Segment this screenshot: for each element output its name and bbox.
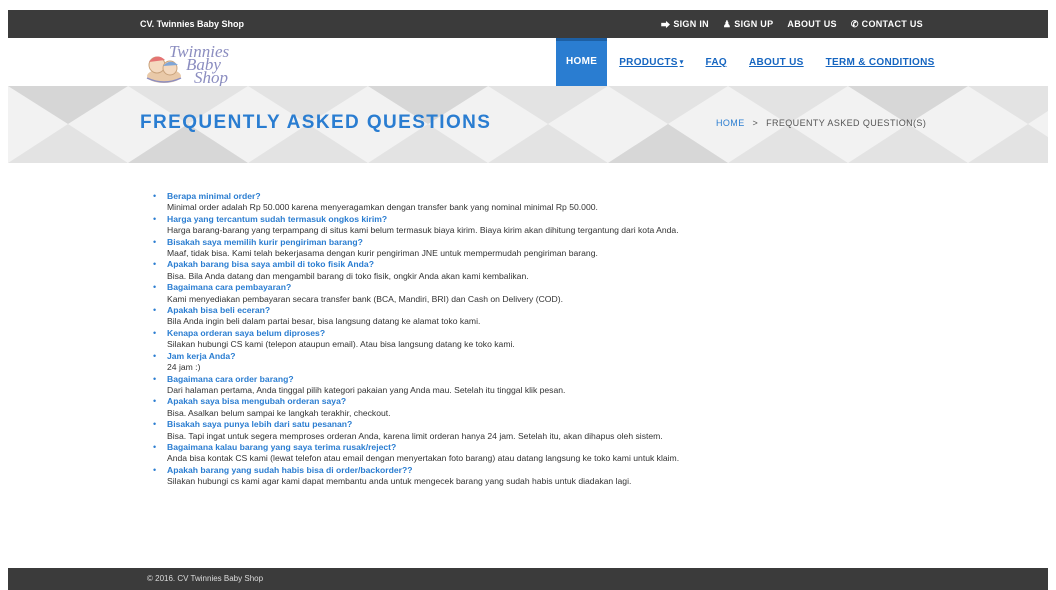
faq-answer: Silakan hubungi cs kami agar kami dapat …: [167, 476, 632, 487]
faq-answer: Maaf, tidak bisa. Kami telah bekerjasama…: [167, 248, 598, 259]
contact-us-link[interactable]: ✆ CONTACT US: [851, 19, 923, 30]
sign-in-link[interactable]: ⮕ SIGN IN: [661, 18, 709, 31]
breadcrumb-home[interactable]: HOME: [716, 118, 745, 128]
header: Twinnies Baby Shop HOME PRODUCTS ▾ FAQ AB…: [8, 38, 1048, 86]
faq-question: Bagaimana kalau barang yang saya terima …: [167, 441, 397, 452]
top-bar-brand: CV. Twinnies Baby Shop: [140, 19, 245, 29]
faq-item: Bisakah saya punya lebih dari satu pesan…: [153, 419, 913, 442]
faq-answer: Harga barang-barang yang terpampang di s…: [167, 225, 679, 236]
faq-question: Kenapa orderan saya belum diproses?: [167, 327, 326, 338]
nav-faq[interactable]: FAQ: [706, 57, 727, 68]
faq-question: Apakah bisa beli eceran?: [167, 305, 271, 316]
page-title: FREQUENTLY ASKED QUESTIONS: [140, 112, 492, 133]
user-icon: ♟: [722, 18, 732, 29]
sign-up-label: SIGN UP: [734, 19, 774, 29]
faq-item: Apakah barang bisa saya ambil di toko fi…: [153, 259, 913, 282]
faq-item: Jam kerja Anda?24 jam :): [153, 351, 913, 374]
nav-products-label: PRODUCTS: [619, 56, 678, 68]
page-banner: FREQUENTLY ASKED QUESTIONS HOME > FREQUE…: [8, 86, 1048, 163]
faq-answer: Bisa. Tapi ingat untuk segera memproses …: [167, 430, 663, 441]
chevron-down-icon: ▾: [679, 58, 684, 66]
faq-question: Bagaimana cara order barang?: [167, 373, 294, 384]
footer: © 2016. CV Twinnies Baby Shop: [8, 568, 1048, 590]
phone-icon: ✆: [850, 18, 859, 29]
faq-answer: Bisa. Bila Anda datang dan mengambil bar…: [167, 270, 529, 281]
breadcrumb-separator: >: [752, 118, 759, 128]
logo-text-line3: Shop: [194, 68, 228, 87]
faq-answer: Bisa. Asalkan belum sampai ke langkah te…: [167, 407, 391, 418]
faq-question: Bagaimana cara pembayaran?: [167, 282, 292, 293]
about-us-top-link[interactable]: ABOUT US: [787, 19, 836, 29]
faq-question: Apakah saya bisa mengubah orderan saya?: [167, 396, 347, 407]
faq-item: Berapa minimal order?Minimal order adala…: [153, 191, 913, 214]
faq-item: Bagaimana cara pembayaran?Kami menyediak…: [153, 282, 913, 305]
faq-answer: Minimal order adalah Rp 50.000 karena me…: [167, 202, 598, 213]
faq-item: Apakah bisa beli eceran?Bila Anda ingin …: [153, 305, 913, 328]
faq-answer: Dari halaman pertama, Anda tinggal pilih…: [167, 384, 566, 395]
faq-item: Kenapa orderan saya belum diproses?Silak…: [153, 328, 913, 351]
faq-answer: Kami menyediakan pembayaran secara trans…: [167, 293, 563, 304]
nav-terms[interactable]: TERM & CONDITIONS: [826, 57, 935, 68]
site-logo[interactable]: Twinnies Baby Shop: [145, 42, 255, 86]
faq-question: Berapa minimal order?: [167, 191, 261, 201]
main-nav: HOME PRODUCTS ▾ FAQ ABOUT US TERM & CONDI…: [556, 38, 957, 86]
faq-answer: Bila Anda ingin beli dalam partai besar,…: [167, 316, 481, 327]
faq-question: Bisakah saya memilih kurir pengiriman ba…: [167, 236, 363, 247]
nav-home[interactable]: HOME: [556, 38, 608, 86]
faq-item: Apakah saya bisa mengubah orderan saya?B…: [153, 396, 913, 419]
faq-question: Jam kerja Anda?: [167, 350, 236, 361]
top-bar: CV. Twinnies Baby Shop ⮕ SIGN IN ♟ SIGN …: [8, 10, 1048, 38]
nav-products[interactable]: PRODUCTS ▾: [619, 57, 683, 68]
faq-item: Bisakah saya memilih kurir pengiriman ba…: [153, 237, 913, 260]
faq-question: Bisakah saya punya lebih dari satu pesan…: [167, 419, 353, 430]
breadcrumb: HOME > FREQUENTY ASKED QUESTION(S): [716, 118, 926, 128]
faq-item: Bagaimana cara order barang?Dari halaman…: [153, 374, 913, 397]
faq-answer: 24 jam :): [167, 362, 201, 373]
faq-answer: Anda bisa kontak CS kami (lewat telefon …: [167, 453, 680, 464]
faq-question: Apakah barang bisa saya ambil di toko fi…: [167, 259, 374, 270]
nav-about-us[interactable]: ABOUT US: [749, 57, 804, 68]
about-us-top-label: ABOUT US: [787, 19, 837, 29]
footer-copyright: © 2016. CV Twinnies Baby Shop: [147, 574, 264, 583]
faq-item: Harga yang tercantum sudah termasuk ongk…: [153, 214, 913, 237]
faq-list: Berapa minimal order?Minimal order adala…: [153, 191, 913, 488]
breadcrumb-current: FREQUENTY ASKED QUESTION(S): [766, 118, 927, 128]
top-bar-links: ⮕ SIGN IN ♟ SIGN UP ABOUT US ✆ CONTACT U…: [661, 10, 923, 38]
faq-answer: Silakan hubungi CS kami (telepon ataupun…: [167, 339, 515, 350]
faq-item: Bagaimana kalau barang yang saya terima …: [153, 442, 913, 465]
contact-us-label: CONTACT US: [861, 19, 923, 29]
sign-in-icon: ⮕: [661, 19, 671, 30]
sign-up-link[interactable]: ♟ SIGN UP: [723, 19, 773, 30]
faq-question: Harga yang tercantum sudah termasuk ongk…: [167, 213, 388, 224]
faq-item: Apakah barang yang sudah habis bisa di o…: [153, 465, 913, 488]
sign-in-label: SIGN IN: [673, 19, 709, 29]
faq-question: Apakah barang yang sudah habis bisa di o…: [167, 464, 413, 475]
